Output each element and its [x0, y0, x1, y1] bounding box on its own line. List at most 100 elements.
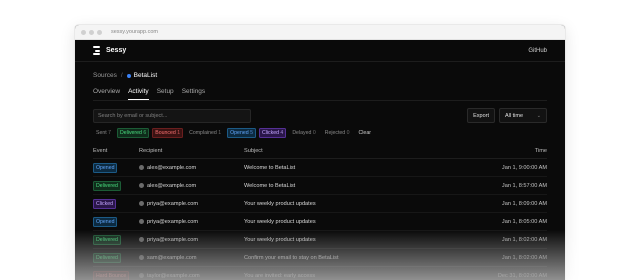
subject-cell: Your weekly product updates — [244, 212, 444, 231]
column-header-time[interactable]: Time — [443, 148, 547, 159]
recipient-email: alex@example.com — [147, 182, 197, 189]
table-row[interactable]: Opened priya@example.com Your weekly produ… — [93, 212, 547, 231]
time-cell: Jan 1, 8:02:00 AM — [443, 248, 547, 267]
recipient-cell: taylor@example.com — [139, 266, 244, 280]
recipient-cell: priya@example.com — [139, 212, 244, 231]
event-badge: Delivered — [93, 252, 121, 263]
export-button[interactable]: Export — [467, 108, 495, 123]
subject-cell: You are invited: early access — [244, 266, 444, 280]
event-cell: Clicked — [93, 194, 139, 213]
filter-chip-opened[interactable]: Opened 5 — [227, 128, 256, 138]
recipient-email: alex@example.com — [147, 164, 197, 171]
table-row[interactable]: Clicked priya@example.com Your weekly prod… — [93, 194, 547, 213]
recipient-email: priya@example.com — [147, 200, 199, 207]
clear-filters-button[interactable]: Clear — [356, 128, 374, 138]
table-row[interactable]: Opened alex@example.com Welcome to BetaLis… — [93, 158, 547, 177]
event-cell: Opened — [93, 158, 139, 177]
recipient-avatar-icon — [139, 201, 144, 206]
column-header-subject[interactable]: Subject — [244, 148, 444, 159]
event-filter-chips: Sent 7 Delivered 6 Bounced 1 Complained … — [93, 128, 547, 138]
brand[interactable]: Sessy — [93, 46, 126, 55]
breadcrumb: Sources / BetaList — [93, 72, 547, 79]
filter-chip-clicked[interactable]: Clicked 4 — [258, 128, 287, 138]
filter-chip-rejected[interactable]: Rejected 0 — [322, 128, 353, 138]
tab-activity[interactable]: Activity — [128, 88, 149, 100]
event-badge: Delivered — [93, 180, 121, 191]
table-header-row: Event Recipient Subject Time — [93, 148, 547, 159]
time-range-select[interactable]: All time ⌄ — [499, 108, 547, 123]
time-cell: Jan 1, 8:05:00 AM — [443, 212, 547, 231]
event-badge: Hard Bounce — [93, 270, 130, 280]
window-minimize-dot[interactable] — [89, 29, 94, 35]
app-header: Sessy GitHub — [75, 40, 565, 62]
event-badge: Opened — [93, 216, 118, 227]
recipient-cell: alex@example.com — [139, 158, 244, 177]
event-cell: Opened — [93, 212, 139, 231]
time-cell: Jan 1, 9:00:00 AM — [443, 158, 547, 177]
time-cell: Jan 1, 8:57:00 AM — [443, 176, 547, 195]
recipient-cell: priya@example.com — [139, 194, 244, 213]
event-badge: Clicked — [93, 198, 117, 209]
filter-chip-complained[interactable]: Complained 1 — [186, 128, 224, 138]
subject-cell: Your weekly product updates — [244, 230, 444, 249]
event-cell: Delivered — [93, 230, 139, 249]
recipient-email: priya@example.com — [147, 218, 199, 225]
time-range-value: All time — [505, 112, 524, 119]
event-cell: Delivered — [93, 248, 139, 267]
recipient-email: taylor@example.com — [147, 272, 200, 279]
event-cell: Delivered — [93, 176, 139, 195]
breadcrumb-current: BetaList — [126, 72, 158, 79]
recipient-avatar-icon — [139, 273, 144, 278]
browser-window: sessy.yourapp.com Sessy GitHub Sources /… — [75, 25, 565, 280]
time-cell: Jan 1, 8:09:00 AM — [443, 194, 547, 213]
subject-cell: Welcome to BetaList — [244, 176, 444, 195]
table-row[interactable]: Hard Bounce taylor@example.com You are inv… — [93, 266, 547, 280]
toolbar: Export All time ⌄ — [467, 108, 547, 123]
time-cell: Jan 1, 8:02:00 AM — [443, 230, 547, 249]
tab-overview[interactable]: Overview — [93, 88, 120, 100]
tab-bar: Overview Activity Setup Settings — [93, 88, 547, 101]
app-name: Sessy — [106, 47, 127, 54]
github-link[interactable]: GitHub — [528, 48, 547, 54]
recipient-email: priya@example.com — [147, 236, 199, 243]
recipient-cell: alex@example.com — [139, 176, 244, 195]
breadcrumb-sources[interactable]: Sources — [93, 72, 117, 79]
tab-setup[interactable]: Setup — [157, 88, 174, 100]
window-maximize-dot[interactable] — [97, 29, 102, 35]
time-cell: Dec 31, 8:02:00 AM — [443, 266, 547, 280]
filter-row: Export All time ⌄ — [93, 108, 547, 123]
subject-cell: Your weekly product updates — [244, 194, 444, 213]
filter-chip-bounced[interactable]: Bounced 1 — [152, 128, 184, 138]
window-close-dot[interactable] — [81, 29, 86, 35]
source-status-dot-icon — [126, 73, 131, 78]
recipient-avatar-icon — [139, 255, 144, 260]
browser-titlebar: sessy.yourapp.com — [75, 25, 565, 40]
event-badge: Opened — [93, 162, 118, 173]
column-header-event[interactable]: Event — [93, 148, 139, 159]
recipient-cell: priya@example.com — [139, 230, 244, 249]
tab-settings[interactable]: Settings — [182, 88, 206, 100]
recipient-avatar-icon — [139, 165, 144, 170]
subject-cell: Confirm your email to stay on BetaList — [244, 248, 444, 267]
breadcrumb-separator: / — [120, 72, 123, 79]
sessy-logo-icon — [93, 46, 101, 55]
main-content: Sources / BetaList Overview Activity Set… — [75, 72, 565, 280]
filter-chip-delivered[interactable]: Delivered 6 — [117, 128, 150, 138]
recipient-cell: sam@example.com — [139, 248, 244, 267]
chevron-down-icon: ⌄ — [536, 112, 541, 119]
table-body: Opened alex@example.com Welcome to BetaLis… — [93, 158, 547, 280]
breadcrumb-current-label: BetaList — [133, 72, 158, 79]
recipient-email: sam@example.com — [147, 254, 197, 261]
table-row[interactable]: Delivered alex@example.com Welcome to Beta… — [93, 176, 547, 195]
filter-chip-delayed[interactable]: Delayed 0 — [289, 128, 318, 138]
event-cell: Hard Bounce — [93, 266, 139, 280]
filter-chip-sent[interactable]: Sent 7 — [93, 128, 114, 138]
table-row[interactable]: Delivered priya@example.com Your weekly pr… — [93, 230, 547, 249]
address-bar[interactable]: sessy.yourapp.com — [111, 29, 158, 35]
table-row[interactable]: Delivered sam@example.com Confirm your ema… — [93, 248, 547, 267]
search-input[interactable] — [93, 108, 251, 123]
recipient-avatar-icon — [139, 237, 144, 242]
column-header-recipient[interactable]: Recipient — [139, 148, 244, 159]
recipient-avatar-icon — [139, 219, 144, 224]
activity-table: Event Recipient Subject Time Opened alex@… — [93, 148, 547, 280]
